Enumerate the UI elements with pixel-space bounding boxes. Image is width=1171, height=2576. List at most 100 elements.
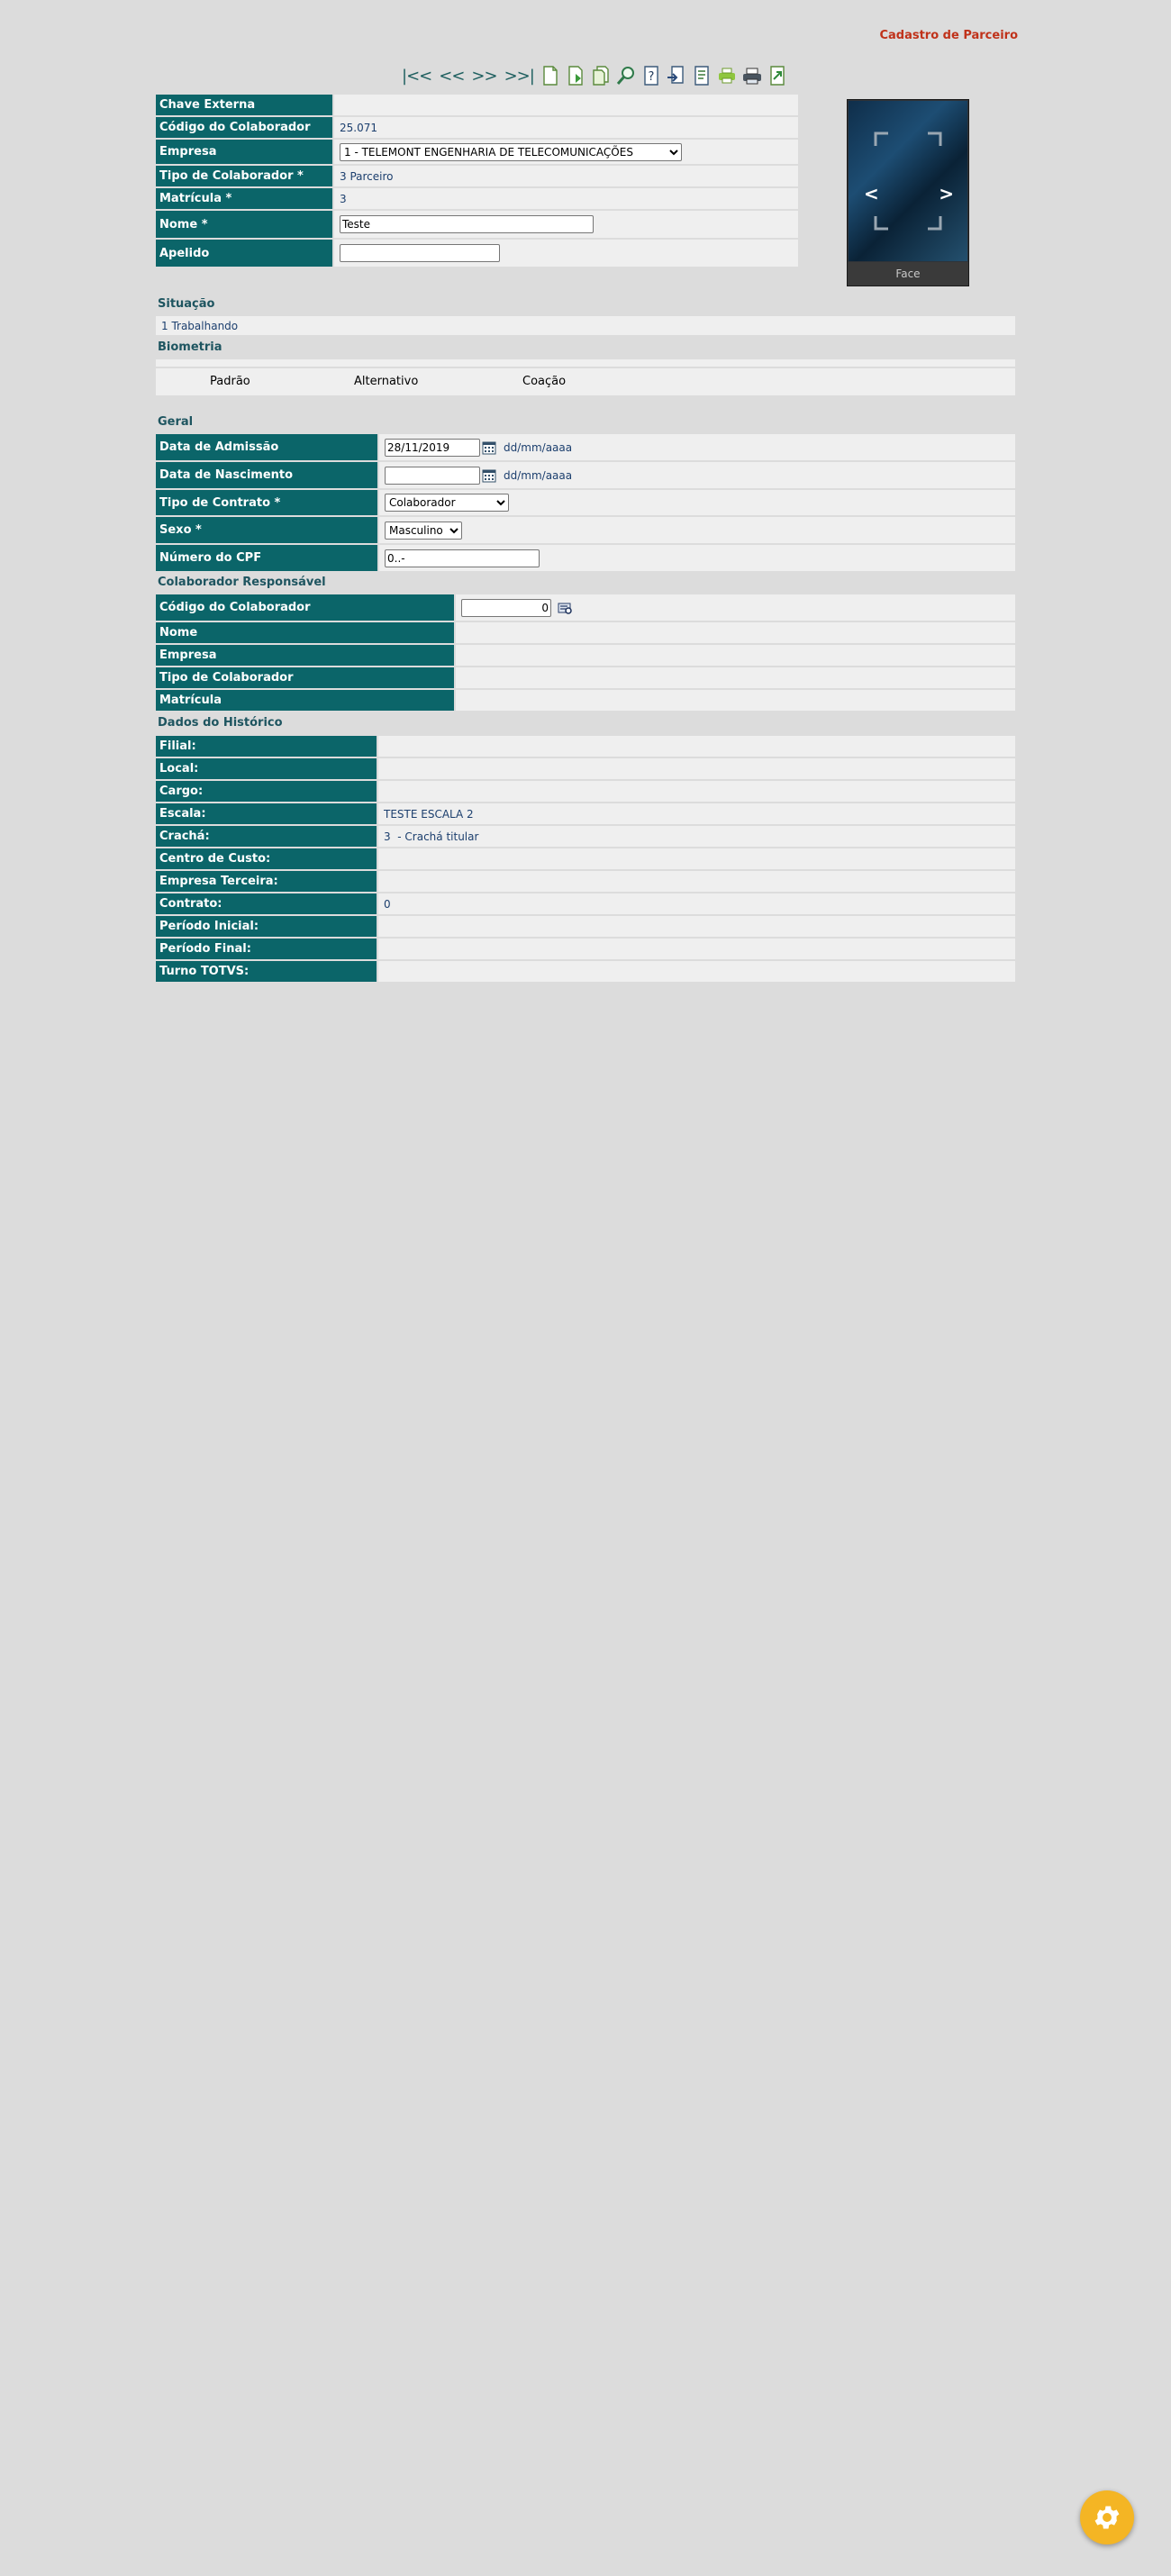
help-icon[interactable]: ? [640,65,662,86]
history-shift-label: Turno TOTVS: [156,961,377,982]
responsible-registration-label: Matrícula [156,690,454,711]
settings-button[interactable] [1080,2490,1134,2544]
biometrics-top-strip [156,359,1015,367]
birth-date-input[interactable] [385,466,480,485]
situation-value: 1 Trabalhando [156,316,1015,335]
tab-alternative[interactable]: Alternativo [354,375,418,388]
situation-title: Situação [158,297,215,311]
import-icon[interactable] [666,65,687,86]
biometrics-tabs-strip [156,368,1015,395]
history-contract-value: 0 [378,893,1015,914]
export-icon[interactable] [767,65,788,86]
external-key-value [334,95,798,115]
new-document-icon[interactable] [540,65,561,86]
company-cell: 1 - TELEMONT ENGENHARIA DE TELECOMUNICAÇ… [334,140,798,164]
history-cost-center-label: Centro de Custo: [156,848,377,869]
history-badge-value: 3 - Crachá titular [378,826,1015,847]
company-select[interactable]: 1 - TELEMONT ENGENHARIA DE TELECOMUNICAÇ… [340,142,682,161]
contract-type-cell: Colaborador [379,490,1015,515]
external-key-label: Chave Externa [156,95,332,115]
cpf-label: Número do CPF [156,545,377,571]
history-end-period-label: Período Final: [156,939,377,959]
admission-date-cell: dd/mm/aaaa [379,434,1015,460]
search-icon[interactable] [615,65,637,86]
lookup-icon[interactable] [557,600,573,616]
history-shift-value [378,961,1015,982]
history-third-party-label: Empresa Terceira: [156,871,377,892]
tab-coercion[interactable]: Coação [522,375,566,388]
calendar-icon[interactable] [482,440,496,455]
birth-date-hint: dd/mm/aaaa [504,468,573,482]
face-photo [849,101,967,261]
history-branch-label: Filial: [156,736,377,757]
history-cost-center-value [378,848,1015,869]
contract-type-label: Tipo de Contrato * [156,490,377,515]
admission-date-hint: dd/mm/aaaa [504,440,573,454]
tab-standard[interactable]: Padrão [210,375,250,388]
svg-text:?: ? [648,70,654,84]
responsible-type-value [456,667,1015,688]
registration-label: Matrícula * [156,188,332,209]
sex-cell: Masculino [379,517,1015,543]
history-third-party-value [378,871,1015,892]
first-record-button[interactable]: |<< [400,67,433,86]
admission-date-label: Data de Admissão [156,434,377,460]
next-record-button[interactable]: >> [469,67,498,86]
responsible-code-cell [456,594,1015,621]
name-input[interactable] [340,215,594,233]
history-schedule-label: Escala: [156,803,377,824]
biometrics-title: Biometria [158,340,222,354]
face-frame-icon [874,132,942,231]
nickname-input[interactable] [340,244,500,262]
sex-select[interactable]: Masculino [385,521,462,540]
printer-icon[interactable] [741,65,763,86]
photo-prev-button[interactable]: < [864,183,879,204]
calendar-icon[interactable] [482,468,496,483]
name-cell [334,211,798,238]
photo-next-button[interactable]: > [939,183,954,204]
responsible-name-value [456,622,1015,643]
sex-label: Sexo * [156,517,377,543]
history-start-period-label: Período Inicial: [156,916,377,937]
history-location-label: Local: [156,758,377,779]
admission-date-input[interactable] [385,438,480,457]
responsible-code-input[interactable] [461,598,551,617]
collaborator-code-label: Código do Colaborador [156,117,332,138]
birth-date-label: Data de Nascimento [156,462,377,488]
history-badge-label: Crachá: [156,826,377,847]
history-position-value [378,781,1015,802]
last-record-button[interactable]: >>| [503,67,536,86]
cpf-input[interactable] [385,549,540,567]
responsible-registration-value [456,690,1015,711]
previous-record-button[interactable]: << [437,67,466,86]
history-end-period-value [378,939,1015,959]
face-photo-panel: < > Face [847,99,969,286]
collaborator-type-label: Tipo de Colaborador * [156,166,332,186]
add-document-icon[interactable] [565,65,586,86]
page-title: Cadastro de Parceiro [879,29,1018,42]
history-position-label: Cargo: [156,781,377,802]
photo-caption: Face [848,262,968,286]
copy-document-icon[interactable] [590,65,612,86]
general-title: Geral [158,415,194,429]
responsible-title: Colaborador Responsável [158,576,326,589]
history-branch-value [378,736,1015,757]
responsible-code-label: Código do Colaborador [156,594,454,621]
history-title: Dados do Histórico [158,716,283,730]
print-icon[interactable] [716,65,738,86]
collaborator-type-value: 3 Parceiro [334,166,798,186]
history-start-period-value [378,916,1015,937]
cpf-cell [379,545,1015,571]
history-schedule-value: TESTE ESCALA 2 [378,803,1015,824]
company-label: Empresa [156,140,332,164]
report-icon[interactable] [691,65,713,86]
contract-type-select[interactable]: Colaborador [385,494,509,512]
name-label: Nome * [156,211,332,238]
responsible-name-label: Nome [156,622,454,643]
responsible-company-label: Empresa [156,645,454,666]
history-location-value [378,758,1015,779]
nickname-cell [334,240,798,267]
nickname-label: Apelido [156,240,332,267]
responsible-type-label: Tipo de Colaborador [156,667,454,688]
collaborator-code-value: 25.071 [334,117,798,138]
